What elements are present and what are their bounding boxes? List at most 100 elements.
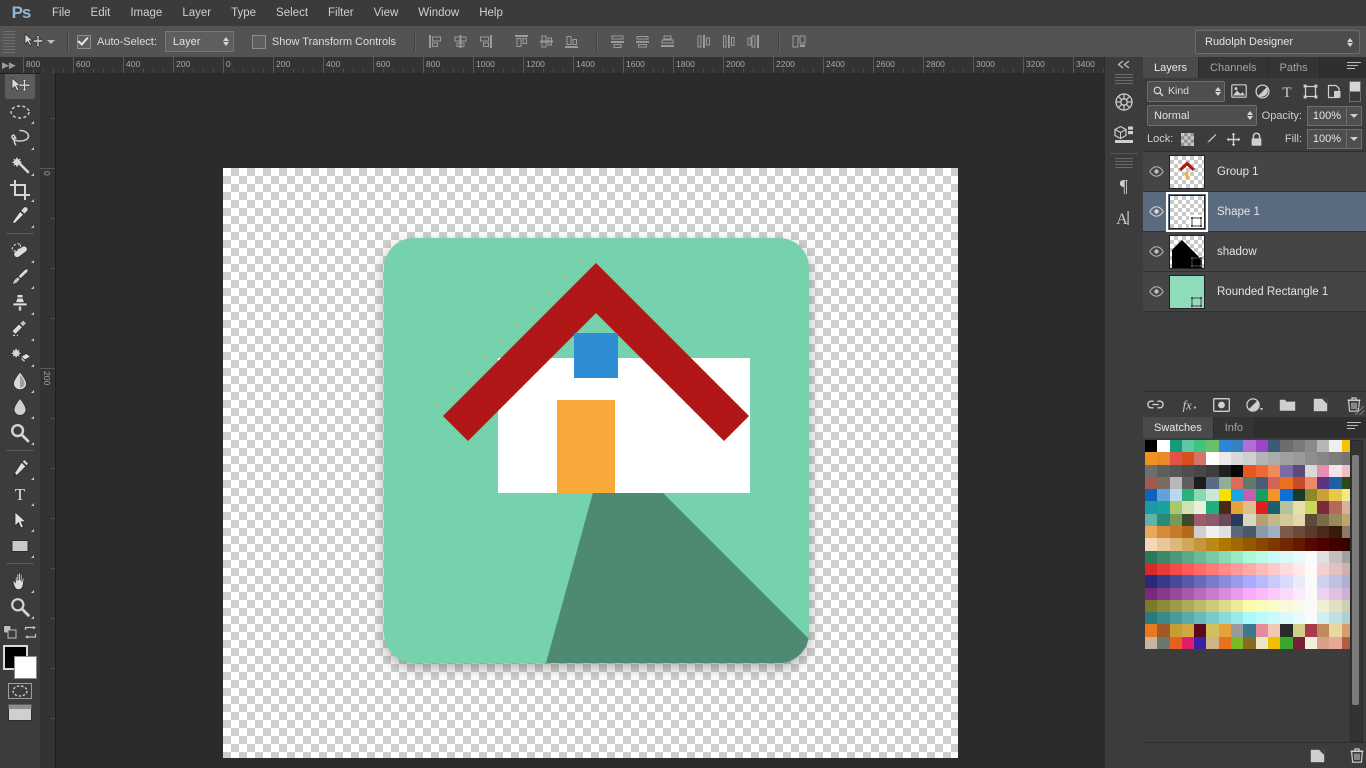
swatch[interactable] [1206,550,1219,563]
current-tool-preview[interactable] [15,32,59,52]
swatch[interactable] [1267,526,1281,539]
swatch[interactable] [1181,501,1195,514]
show-transform-controls-checkbox[interactable] [251,34,266,49]
menu-select[interactable]: Select [266,0,318,26]
swatch[interactable] [1243,513,1256,527]
swatch[interactable] [1304,599,1318,613]
swatch[interactable] [1304,476,1318,490]
swatch[interactable] [1194,599,1207,613]
swatch[interactable] [1231,452,1244,465]
swatch[interactable] [1181,587,1195,600]
swatch[interactable] [1206,562,1219,576]
swatch[interactable] [1194,624,1207,637]
new-swatch-icon[interactable] [1308,747,1326,765]
swatch[interactable] [1304,624,1318,637]
swatch[interactable] [1181,624,1195,637]
swatch[interactable] [1218,501,1232,514]
swatch[interactable] [1145,526,1158,539]
document-canvas-area[interactable] [56,73,1104,768]
swatch[interactable] [1231,636,1244,650]
swatch[interactable] [1206,538,1219,551]
align-vertical-centers-icon[interactable] [535,31,557,52]
swatch[interactable] [1231,513,1244,527]
swatch[interactable] [1194,587,1207,600]
swatch[interactable] [1317,538,1330,551]
swatch[interactable] [1218,575,1232,588]
layer-filter-kind-dropdown[interactable]: Kind [1147,80,1225,102]
hand-tool[interactable] [5,568,35,594]
layer-row-group-1[interactable]: Group 1 [1143,152,1366,192]
swatch[interactable] [1218,476,1232,490]
dock-group-grip-1[interactable] [1115,74,1133,84]
swatch[interactable] [1194,575,1207,588]
swatch[interactable] [1181,513,1195,527]
layer-row-shape-1[interactable]: Shape 1 [1143,191,1366,232]
swatch[interactable] [1206,501,1219,514]
swatch[interactable] [1304,513,1318,527]
lock-all-icon[interactable] [1247,130,1265,148]
swatch[interactable] [1304,538,1318,551]
new-adjustment-layer-icon[interactable] [1245,396,1264,414]
swatch[interactable] [1280,440,1293,453]
swatch[interactable] [1304,562,1318,576]
swatch[interactable] [1181,575,1195,588]
opacity-value-field[interactable]: 100% [1307,105,1347,126]
swatch[interactable] [1206,624,1219,637]
layer-visibility-toggle[interactable] [1143,232,1169,271]
swatch[interactable] [1280,550,1293,563]
distribute-right-edges-icon[interactable] [742,31,764,52]
swatch[interactable] [1267,612,1281,625]
swatch[interactable] [1280,575,1293,588]
swatch[interactable] [1255,599,1268,613]
swatch[interactable] [1280,526,1293,539]
swatch[interactable] [1157,562,1170,576]
properties-3d-icon[interactable] [1109,119,1139,149]
swatch[interactable] [1145,562,1158,576]
swatch[interactable] [1218,489,1232,502]
swatch[interactable] [1280,562,1293,576]
swatch[interactable] [1194,513,1207,527]
swatch[interactable] [1255,538,1268,551]
blur-tool[interactable] [5,394,35,420]
swatch[interactable] [1145,612,1158,625]
swatch[interactable] [1255,476,1268,490]
swatch[interactable] [1280,538,1293,551]
swatch[interactable] [1304,636,1318,650]
layer-name[interactable]: Rounded Rectangle 1 [1217,286,1328,298]
lock-image-pixels-icon[interactable] [1201,130,1219,148]
swap-colors-icon[interactable] [24,625,37,639]
filter-shape-icon[interactable] [1300,81,1321,102]
swatch[interactable] [1317,440,1330,453]
swatch[interactable] [1218,562,1232,576]
swatch[interactable] [1181,550,1195,563]
menu-layer[interactable]: Layer [172,0,221,26]
swatch[interactable] [1206,440,1219,453]
swatch[interactable] [1292,550,1305,563]
swatch[interactable] [1243,452,1256,465]
distribute-left-edges-icon[interactable] [692,31,714,52]
layer-row-rounded-rectangle-1[interactable]: Rounded Rectangle 1 [1143,272,1366,312]
swatch[interactable] [1280,501,1293,514]
swatch[interactable] [1243,562,1256,576]
swatch[interactable] [1145,452,1158,465]
swatch[interactable] [1145,513,1158,527]
swatch[interactable] [1243,440,1256,453]
swatch[interactable] [1267,452,1281,465]
swatch[interactable] [1243,587,1256,600]
swatch[interactable] [1317,612,1330,625]
filter-pixel-icon[interactable] [1228,81,1249,102]
swatch[interactable] [1267,599,1281,613]
layer-visibility-toggle[interactable] [1143,192,1169,231]
swatch[interactable] [1181,452,1195,465]
path-selection-tool[interactable] [5,507,35,533]
swatch[interactable] [1317,624,1330,637]
tool-preset-chevron-down-icon[interactable] [47,39,55,44]
swatch[interactable] [1329,476,1342,490]
swatch[interactable] [1218,538,1232,551]
swatch[interactable] [1267,562,1281,576]
swatch[interactable] [1329,440,1342,453]
swatch[interactable] [1169,513,1182,527]
swatch[interactable] [1329,538,1342,551]
swatch[interactable] [1292,452,1305,465]
swatch[interactable] [1255,550,1268,563]
